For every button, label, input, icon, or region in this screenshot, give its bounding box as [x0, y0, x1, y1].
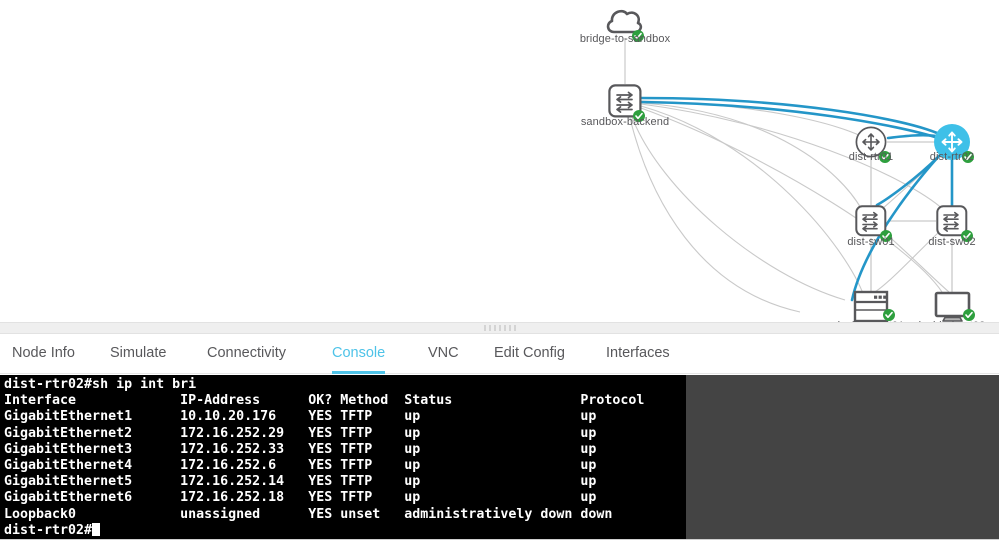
terminal-text: dist-rtr02#sh ip int bri Interface IP-Ad… [4, 377, 645, 538]
console-pane[interactable]: dist-rtr02#sh ip int bri Interface IP-Ad… [0, 375, 999, 539]
tab-connectivity[interactable]: Connectivity [207, 334, 286, 374]
tab-active-underline [332, 371, 386, 374]
tab-simulate[interactable]: Simulate [110, 334, 166, 374]
console-footer-bar [0, 539, 999, 549]
node-label-dist-sw01: dist-sw01 [847, 236, 895, 248]
topology-canvas[interactable]: bridge-to-sandbox sandbox-backend dist-r… [0, 0, 999, 322]
tab-console[interactable]: Console [332, 334, 386, 374]
tab-label: Console [332, 345, 386, 361]
tab-vnc[interactable]: VNC [428, 334, 459, 374]
tab-node-info[interactable]: Node Info [12, 334, 75, 374]
panel-splitter-drag-handle[interactable] [0, 322, 999, 334]
tab-label: Simulate [110, 345, 167, 361]
tab-label: Connectivity [207, 345, 286, 361]
node-label-dist-rtr01: dist-rtr01 [848, 151, 894, 163]
node-label-bridge-to-sandbox: bridge-to-sandbox [579, 33, 671, 45]
tab-label: VNC [428, 345, 459, 361]
node-label-sandbox-backend: sandbox-backend [580, 116, 670, 128]
node-detail-tab-bar: Node Info Simulate Connectivity Console … [0, 334, 999, 374]
tab-label: Interfaces [606, 345, 670, 361]
tab-interfaces[interactable]: Interfaces [606, 334, 670, 374]
terminal-output-area[interactable]: dist-rtr02#sh ip int bri Interface IP-Ad… [0, 375, 686, 539]
node-label-dist-sw02: dist-sw02 [928, 236, 976, 248]
tab-label: Edit Config [494, 345, 565, 361]
terminal-cursor [92, 522, 101, 536]
splitter-grip-dots[interactable] [483, 325, 516, 331]
tab-edit-config[interactable]: Edit Config [494, 334, 565, 374]
link-group-default [624, 38, 953, 313]
tab-label: Node Info [12, 345, 75, 361]
node-label-dist-rtr02: dist-rtr02 [929, 151, 975, 163]
